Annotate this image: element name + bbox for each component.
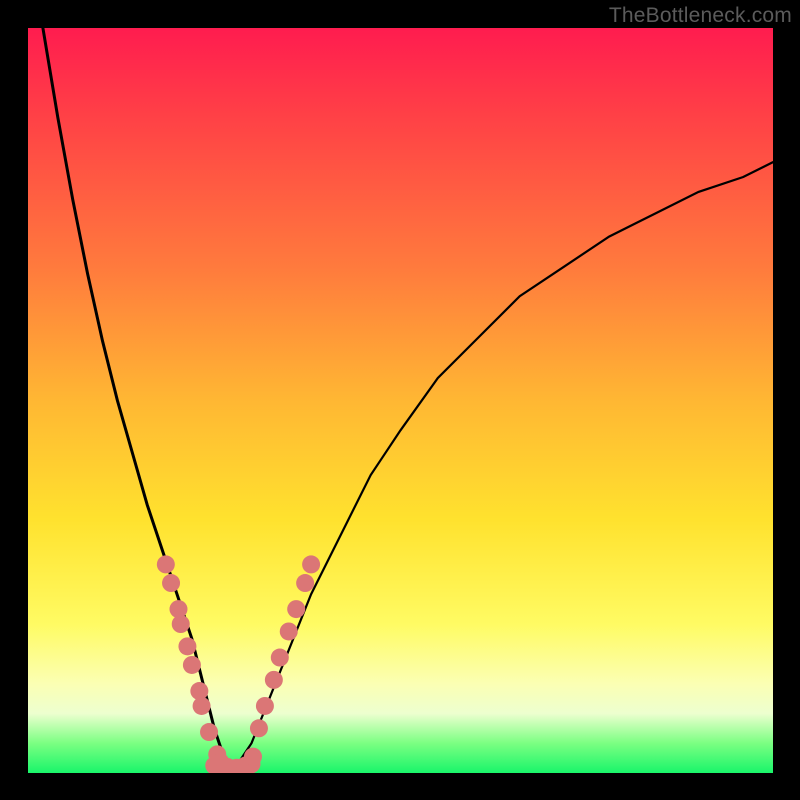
data-dot <box>157 555 175 573</box>
data-dot <box>200 723 218 741</box>
chart-svg <box>28 28 773 773</box>
plot-area <box>28 28 773 773</box>
dot-group <box>157 555 320 773</box>
data-dot <box>244 748 262 766</box>
data-dot <box>302 555 320 573</box>
data-dot <box>172 615 190 633</box>
data-dot <box>178 637 196 655</box>
curve-group <box>43 28 773 771</box>
data-dot <box>183 656 201 674</box>
data-dot <box>271 649 289 667</box>
data-dot <box>280 622 298 640</box>
right-curve <box>237 162 773 765</box>
data-dot <box>250 719 268 737</box>
data-dot <box>162 574 180 592</box>
data-dot <box>193 697 211 715</box>
watermark-text: TheBottleneck.com <box>609 4 792 28</box>
chart-frame: TheBottleneck.com <box>0 0 800 800</box>
data-dot <box>256 697 274 715</box>
left-curve <box>43 28 229 766</box>
data-dot <box>296 574 314 592</box>
data-dot <box>287 600 305 618</box>
data-dot <box>265 671 283 689</box>
